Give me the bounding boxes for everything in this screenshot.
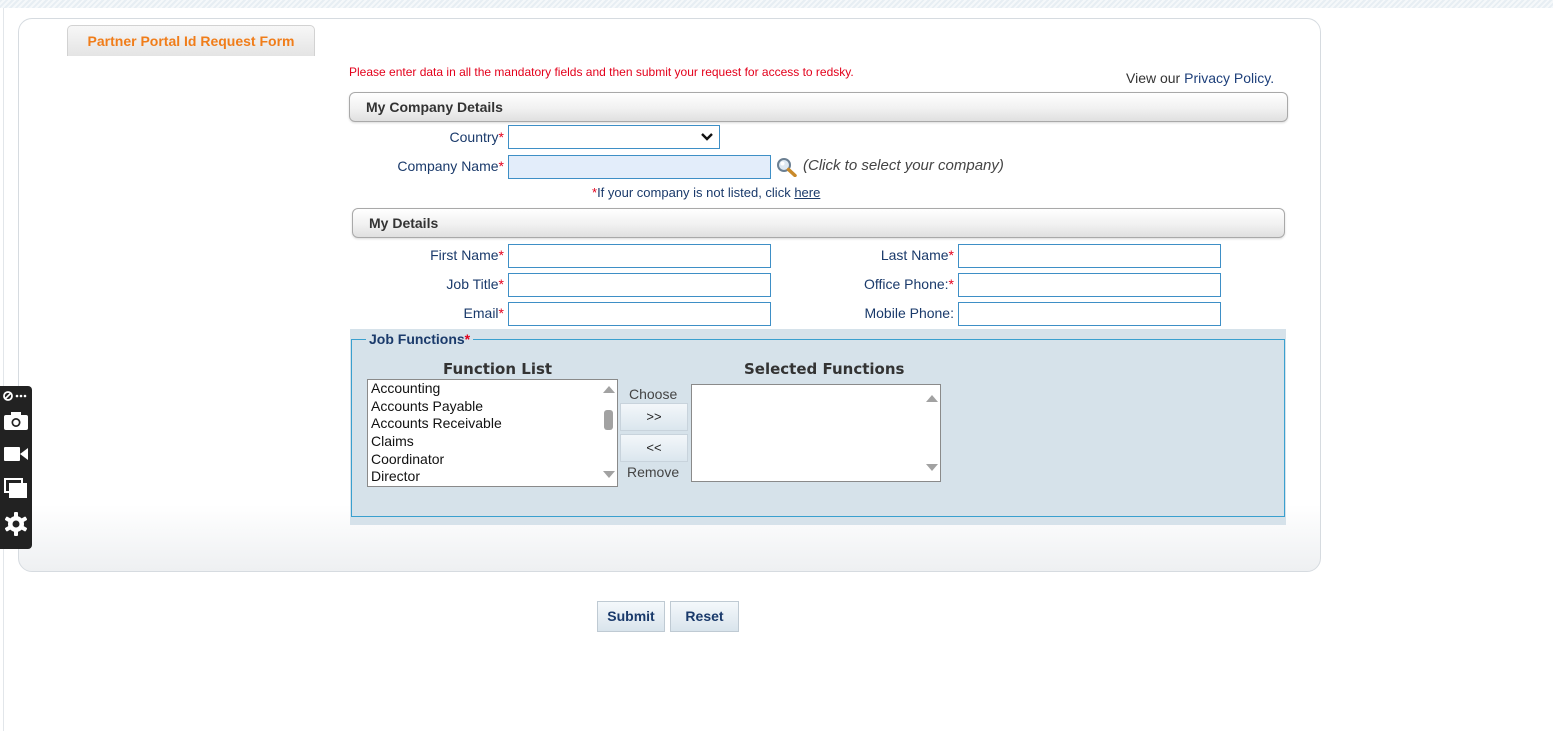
add-function-button[interactable]: >>: [620, 403, 688, 431]
search-icon[interactable]: [776, 157, 798, 177]
first-name-field[interactable]: [508, 244, 771, 268]
required-mark: *: [498, 276, 504, 292]
country-select[interactable]: [508, 125, 720, 149]
privacy-policy-link[interactable]: Privacy Policy.: [1184, 70, 1274, 86]
country-label-text: Country: [449, 129, 499, 145]
privacy-text: View our Privacy Policy.: [1126, 70, 1274, 86]
function-list-item[interactable]: Coordinator: [368, 451, 617, 469]
office-phone-label-text: Office Phone:: [863, 276, 949, 292]
last-name-field[interactable]: [958, 244, 1221, 268]
function-list-header: Function List: [443, 360, 553, 378]
selected-list-scrollbar[interactable]: [922, 385, 940, 481]
remove-function-button[interactable]: <<: [620, 434, 688, 462]
function-list-scrollbar[interactable]: [599, 380, 617, 486]
camera-icon: [4, 412, 28, 430]
last-name-label-text: Last Name: [880, 247, 949, 263]
email-label: Email*: [400, 305, 504, 321]
screenshot-tool[interactable]: [0, 411, 32, 433]
job-title-field[interactable]: [508, 273, 771, 297]
email-label-text: Email: [463, 305, 499, 321]
privacy-prefix: View our: [1126, 70, 1181, 86]
required-mark: *: [464, 331, 471, 347]
required-mark: *: [948, 247, 954, 263]
company-name-field[interactable]: [508, 155, 771, 179]
office-phone-label: Office Phone:*: [834, 276, 954, 292]
function-list-item[interactable]: Director: [368, 468, 617, 486]
required-mark: *: [498, 247, 504, 263]
form-tab[interactable]: Partner Portal Id Request Form: [67, 25, 315, 56]
function-list-item[interactable]: Accounting: [368, 380, 617, 398]
scroll-up-arrow-icon[interactable]: [926, 395, 938, 402]
function-list-item[interactable]: Accounts Receivable: [368, 415, 617, 433]
scroll-down-arrow-icon[interactable]: [926, 464, 938, 471]
mobile-phone-field[interactable]: [958, 302, 1221, 326]
job-functions-title-text: Job Functions: [369, 331, 465, 347]
last-name-label: Last Name*: [850, 247, 954, 263]
company-name-label: Company Name*: [380, 158, 504, 174]
job-functions-title: Job Functions*: [366, 331, 474, 347]
mobile-phone-label: Mobile Phone:: [834, 305, 954, 321]
extension-icon: [3, 391, 27, 401]
not-listed-here-link[interactable]: here: [794, 185, 820, 200]
required-mark: *: [498, 158, 504, 174]
scroll-thumb[interactable]: [604, 410, 613, 430]
selected-functions-header: Selected Functions: [744, 360, 905, 378]
job-title-label-text: Job Title: [446, 276, 499, 292]
function-list-item[interactable]: Accounts Payable: [368, 398, 617, 416]
gear-icon: [4, 512, 28, 536]
company-hint: (Click to select your company): [803, 157, 1004, 174]
function-list[interactable]: Accounting Accounts Payable Accounts Rec…: [367, 379, 618, 487]
company-section-header: My Company Details: [349, 92, 1288, 122]
function-list-item[interactable]: Claims: [368, 433, 617, 451]
job-title-label: Job Title*: [400, 276, 504, 292]
selected-functions-list[interactable]: [691, 384, 941, 482]
email-field[interactable]: [508, 302, 771, 326]
windows-icon: [4, 478, 27, 498]
company-name-label-text: Company Name: [397, 158, 499, 174]
reset-button[interactable]: Reset: [670, 601, 739, 632]
chevron-down-icon: [701, 133, 713, 141]
extension-tool[interactable]: [0, 390, 32, 404]
details-section-header: My Details: [352, 208, 1285, 238]
choose-label: Choose: [629, 386, 678, 402]
left-rule: [3, 8, 4, 731]
required-mark: *: [498, 305, 504, 321]
first-name-label: First Name*: [400, 247, 504, 263]
mandatory-notice: Please enter data in all the mandatory f…: [349, 65, 854, 79]
mobile-phone-label-text: Mobile Phone:: [864, 305, 954, 321]
company-not-listed: *If your company is not listed, click he…: [592, 185, 820, 200]
remove-label: Remove: [627, 464, 680, 480]
not-listed-text: If your company is not listed, click: [597, 185, 791, 200]
office-phone-field[interactable]: [958, 273, 1221, 297]
first-name-label-text: First Name: [430, 247, 499, 263]
required-mark: *: [498, 129, 504, 145]
scroll-up-arrow-icon[interactable]: [603, 386, 615, 393]
windows-tool[interactable]: [0, 477, 32, 499]
settings-tool[interactable]: [0, 511, 32, 537]
top-strip: [0, 0, 1553, 8]
required-mark: *: [948, 276, 954, 292]
scroll-down-arrow-icon[interactable]: [603, 471, 615, 478]
video-icon: [4, 447, 28, 461]
country-label: Country*: [400, 129, 504, 145]
floating-toolbar: [0, 386, 32, 549]
submit-button[interactable]: Submit: [597, 601, 665, 632]
record-tool[interactable]: [0, 445, 32, 465]
